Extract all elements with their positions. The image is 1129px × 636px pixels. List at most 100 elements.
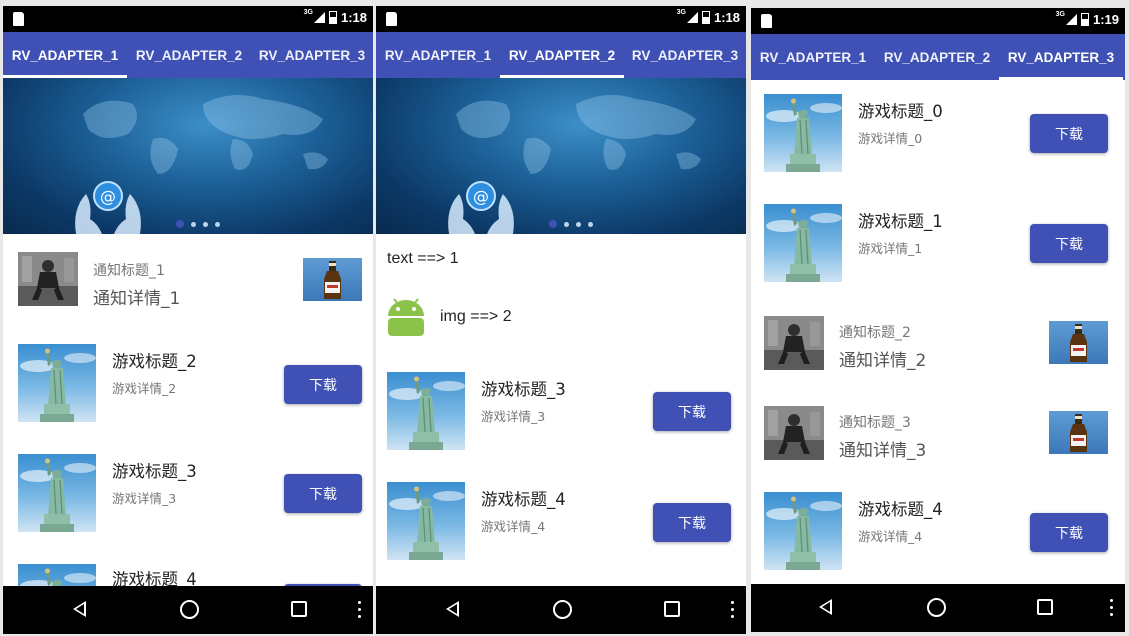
game-thumbnail — [387, 482, 465, 560]
back-icon[interactable] — [73, 601, 86, 617]
clock: 1:19 — [1092, 12, 1119, 27]
notice-row[interactable]: 通知标题_2 通知详情_2 — [751, 306, 1125, 380]
status-bar: 3G 1:19 — [751, 8, 1125, 34]
game-thumbnail — [764, 204, 842, 282]
carousel-dot[interactable] — [564, 221, 569, 227]
carousel-dot[interactable] — [549, 220, 557, 228]
game-row[interactable]: 游戏标题_1 游戏详情_1 下载 — [751, 204, 1125, 284]
status-bar: 3G 1:18 — [376, 6, 746, 32]
tab-rv-adapter-2[interactable]: RV_ADAPTER_2 — [875, 34, 999, 80]
svg-text:@: @ — [100, 187, 116, 206]
battery-icon — [328, 11, 337, 24]
game-row[interactable]: 游戏标题_3 游戏详情_3 下载 — [3, 454, 373, 534]
notice-title: 通知标题_1 — [93, 263, 165, 279]
tab-bar: RV_ADAPTER_1 RV_ADAPTER_2 RV_ADAPTER_3 — [751, 34, 1125, 80]
recent-apps-icon[interactable] — [291, 601, 307, 617]
overflow-menu-icon[interactable] — [1110, 599, 1113, 617]
recycler-list[interactable]: 通知标题_1 通知详情_1 游戏标题_2 游戏详情_2 下载 游戏标题_3 游戏… — [3, 234, 373, 586]
game-title: 游戏标题_3 — [481, 380, 566, 399]
navigation-bar — [376, 586, 746, 634]
tab-rv-adapter-3[interactable]: RV_ADAPTER_3 — [999, 34, 1123, 80]
carousel-dot[interactable] — [176, 220, 184, 228]
sd-card-icon — [761, 14, 772, 28]
game-thumbnail — [387, 372, 465, 450]
text-row[interactable]: text ==> 1 — [376, 234, 746, 284]
notice-image — [1049, 411, 1108, 454]
game-title: 游戏标题_4 — [858, 500, 943, 519]
notice-title: 通知标题_3 — [839, 415, 911, 431]
overflow-menu-icon[interactable] — [731, 601, 734, 619]
download-button[interactable]: 下载 — [653, 392, 731, 431]
download-button[interactable]: 下载 — [1030, 114, 1108, 153]
game-desc: 游戏详情_3 — [481, 409, 546, 424]
android-icon — [388, 298, 424, 336]
navigation-bar — [3, 586, 373, 634]
signal-icon — [313, 12, 325, 23]
tab-rv-adapter-2[interactable]: RV_ADAPTER_2 — [500, 32, 624, 78]
game-row[interactable]: 游戏标题_0 游戏详情_0 下载 — [751, 94, 1125, 174]
game-desc: 游戏详情_4 — [858, 529, 923, 544]
recycler-list[interactable]: 游戏标题_0 游戏详情_0 下载 游戏标题_1 游戏详情_1 下载 通知标题_2… — [751, 80, 1125, 584]
notice-thumbnail — [764, 316, 824, 370]
tab-rv-adapter-2[interactable]: RV_ADAPTER_2 — [127, 32, 251, 78]
tab-rv-adapter-1[interactable]: RV_ADAPTER_1 — [3, 32, 127, 78]
notice-detail: 通知详情_3 — [839, 441, 927, 461]
download-button[interactable]: 下载 — [1030, 513, 1108, 552]
text-item: text ==> 1 — [387, 250, 459, 267]
back-icon[interactable] — [819, 599, 832, 615]
game-row[interactable]: 游戏标题_4 游戏详情_4 下载 — [751, 492, 1125, 572]
notice-thumbnail — [764, 406, 824, 460]
img-row[interactable]: img ==> 2 — [376, 290, 746, 346]
carousel-indicator — [376, 220, 746, 228]
recycler-list[interactable]: text ==> 1 img ==> 2 游戏标题_3 游戏详情_3 下载 游戏… — [376, 234, 746, 586]
notice-row[interactable]: 通知标题_3 通知详情_3 — [751, 396, 1125, 470]
phone-screen-1: 3G 1:18 RV_ADAPTER_1 RV_ADAPTER_2 RV_ADA… — [3, 6, 373, 634]
carousel-dot[interactable] — [588, 221, 593, 227]
game-thumbnail — [764, 492, 842, 570]
phone-screen-3: 3G 1:19 RV_ADAPTER_1 RV_ADAPTER_2 RV_ADA… — [751, 8, 1125, 632]
recent-apps-icon[interactable] — [1037, 599, 1053, 615]
network-type: 3G — [676, 9, 686, 16]
battery-icon — [1080, 13, 1089, 26]
download-button[interactable]: 下载 — [284, 365, 362, 404]
home-icon[interactable] — [553, 600, 572, 619]
game-thumbnail — [18, 344, 96, 422]
game-title: 游戏标题_1 — [858, 212, 943, 231]
carousel-dot[interactable] — [576, 221, 581, 227]
overflow-menu-icon[interactable] — [358, 601, 361, 619]
battery-icon — [701, 11, 710, 24]
game-row[interactable]: 游戏标题_2 游戏详情_2 下载 — [3, 344, 373, 424]
carousel-dot[interactable] — [215, 221, 220, 227]
carousel-dot[interactable] — [191, 221, 196, 227]
notice-row[interactable]: 通知标题_1 通知详情_1 — [3, 234, 373, 328]
tab-rv-adapter-3[interactable]: RV_ADAPTER_3 — [251, 32, 373, 78]
download-button[interactable]: 下载 — [284, 474, 362, 513]
sd-card-icon — [13, 12, 24, 26]
world-map-image — [456, 95, 701, 174]
world-map-image — [83, 95, 328, 174]
clock: 1:18 — [713, 10, 740, 25]
game-row[interactable]: 游戏标题_3 游戏详情_3 下载 — [376, 372, 746, 452]
banner-carousel[interactable]: @ — [376, 78, 746, 234]
home-icon[interactable] — [180, 600, 199, 619]
game-title: 游戏标题_3 — [112, 462, 197, 481]
download-button[interactable]: 下载 — [1030, 224, 1108, 263]
notice-image — [303, 258, 362, 301]
home-icon[interactable] — [927, 598, 946, 617]
game-row[interactable]: 游戏标题_4 — [3, 564, 373, 586]
game-thumbnail — [18, 564, 96, 586]
clock: 1:18 — [340, 10, 367, 25]
game-desc: 游戏详情_3 — [112, 491, 177, 506]
download-button[interactable]: 下载 — [653, 503, 731, 542]
banner-carousel[interactable]: @ — [3, 78, 373, 234]
carousel-dot[interactable] — [203, 221, 208, 227]
game-desc: 游戏详情_4 — [481, 519, 546, 534]
game-row[interactable]: 游戏标题_4 游戏详情_4 下载 — [376, 482, 746, 562]
notice-title: 通知标题_2 — [839, 325, 911, 341]
tab-rv-adapter-3[interactable]: RV_ADAPTER_3 — [624, 32, 746, 78]
tab-rv-adapter-1[interactable]: RV_ADAPTER_1 — [751, 34, 875, 80]
back-icon[interactable] — [446, 601, 459, 617]
recent-apps-icon[interactable] — [664, 601, 680, 617]
img-item-text: img ==> 2 — [440, 308, 512, 325]
tab-rv-adapter-1[interactable]: RV_ADAPTER_1 — [376, 32, 500, 78]
